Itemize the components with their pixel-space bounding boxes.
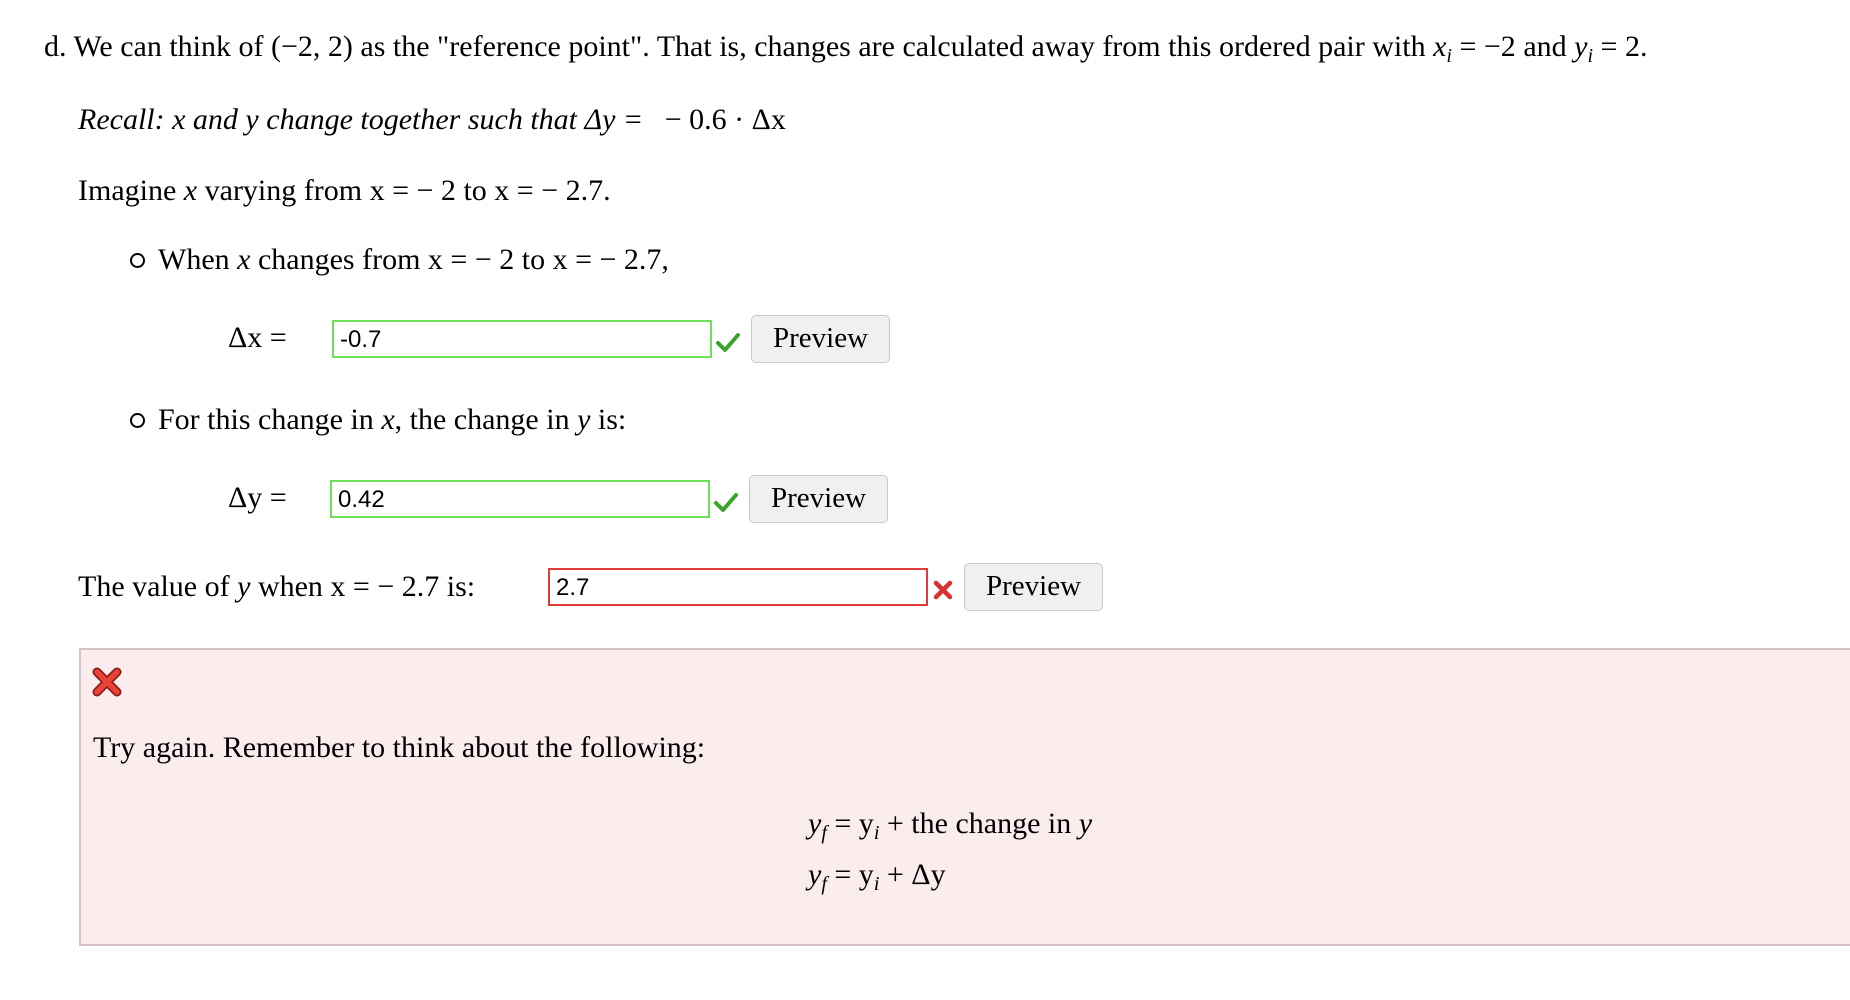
imagine-pre: Imagine (78, 174, 177, 207)
feedback-message: Try again. Remember to think about the f… (93, 731, 706, 764)
bullet2-pre: For this change in (158, 403, 374, 436)
bullet2-var1: x (381, 403, 395, 436)
eq1-tail: + the change in (886, 807, 1072, 840)
bullet1-to-expr: x = − 2.7, (552, 243, 669, 276)
preview-button[interactable]: Preview (749, 475, 888, 523)
xi-var: xi (1433, 30, 1452, 67)
bullet-change-x: When x changes from x = − 2 to x = − 2.7… (158, 240, 669, 280)
bullet1-from: x = − 2 (427, 243, 515, 276)
yf-var: yf (808, 807, 827, 844)
bullet2-post: is: (597, 403, 627, 436)
imagine-var: x (183, 174, 198, 207)
preview-button[interactable]: Preview (964, 563, 1103, 611)
bullet2-mid: , the change in (394, 403, 570, 436)
bullet1-var: x (237, 243, 251, 276)
yi-var: yi (1574, 30, 1594, 67)
final-var: y (237, 570, 251, 603)
check-icon (714, 493, 738, 512)
recall-line: Recall: x and y change together such tha… (78, 100, 786, 140)
i-subscript: i (873, 822, 880, 844)
bullet-marker (130, 253, 145, 268)
reference-point: (−2, 2) (271, 30, 353, 63)
eq1-rhs: = y (834, 807, 874, 840)
feedback-equation-1: yf = yi + the change in y (808, 804, 1092, 853)
yf-var: yf (808, 858, 827, 895)
final-mid: when (257, 570, 323, 603)
final-expr: x = − 2.7 is: (330, 570, 476, 603)
delta-x-label: Δx = (228, 321, 287, 354)
recall-text: Recall: x and y change together such tha… (78, 103, 644, 136)
intro-text-mid: as the "reference point". That is, chang… (360, 30, 1426, 63)
feedback-panel: Try again. Remember to think about the f… (79, 648, 1850, 946)
imagine-from: x = − 2 (369, 174, 456, 207)
bullet-change-y: For this change in x, the change in y is… (158, 400, 626, 440)
final-y-input[interactable]: 2.7 (548, 568, 928, 606)
imagine-to-expr: x = − 2.7. (494, 174, 611, 207)
cross-icon (92, 667, 122, 697)
imagine-line: Imagine x varying from x = − 2 to x = − … (78, 171, 611, 211)
yi-value: = 2. (1600, 30, 1648, 63)
problem-page: d. We can think of (−2, 2) as the "refer… (0, 0, 1850, 1000)
eq1-var: y (1078, 807, 1093, 840)
delta-y-input[interactable]: 0.42 (330, 480, 710, 518)
xi-value: = −2 (1459, 30, 1516, 63)
bullet1-mid: changes from (257, 243, 421, 276)
check-icon (716, 333, 740, 352)
intro-text-pre: We can think of (73, 30, 264, 63)
eq2-tail: + Δy (886, 858, 946, 891)
imagine-mid: varying from (204, 174, 363, 207)
and-text: and (1523, 30, 1567, 63)
imagine-to: to (463, 174, 487, 207)
eq2-rhs: = y (834, 858, 874, 891)
recall-expr: − 0.6 · Δx (664, 103, 786, 136)
question-intro: d. We can think of (−2, 2) as the "refer… (44, 27, 1647, 76)
bullet-marker (130, 413, 145, 428)
bullet1-pre: When (158, 243, 230, 276)
preview-button[interactable]: Preview (751, 315, 890, 363)
delta-y-label: Δy = (228, 481, 287, 514)
feedback-equation-2: yf = yi + Δy (808, 855, 946, 904)
final-value-line: The value of y when x = − 2.7 is: (78, 567, 475, 607)
part-label: d. (44, 30, 67, 63)
final-pre: The value of (78, 570, 230, 603)
i-subscript: i (873, 873, 880, 895)
bullet1-to: to (521, 243, 546, 276)
cross-icon (933, 580, 953, 600)
bullet2-var2: y (577, 403, 591, 436)
delta-x-input[interactable]: -0.7 (332, 320, 712, 358)
